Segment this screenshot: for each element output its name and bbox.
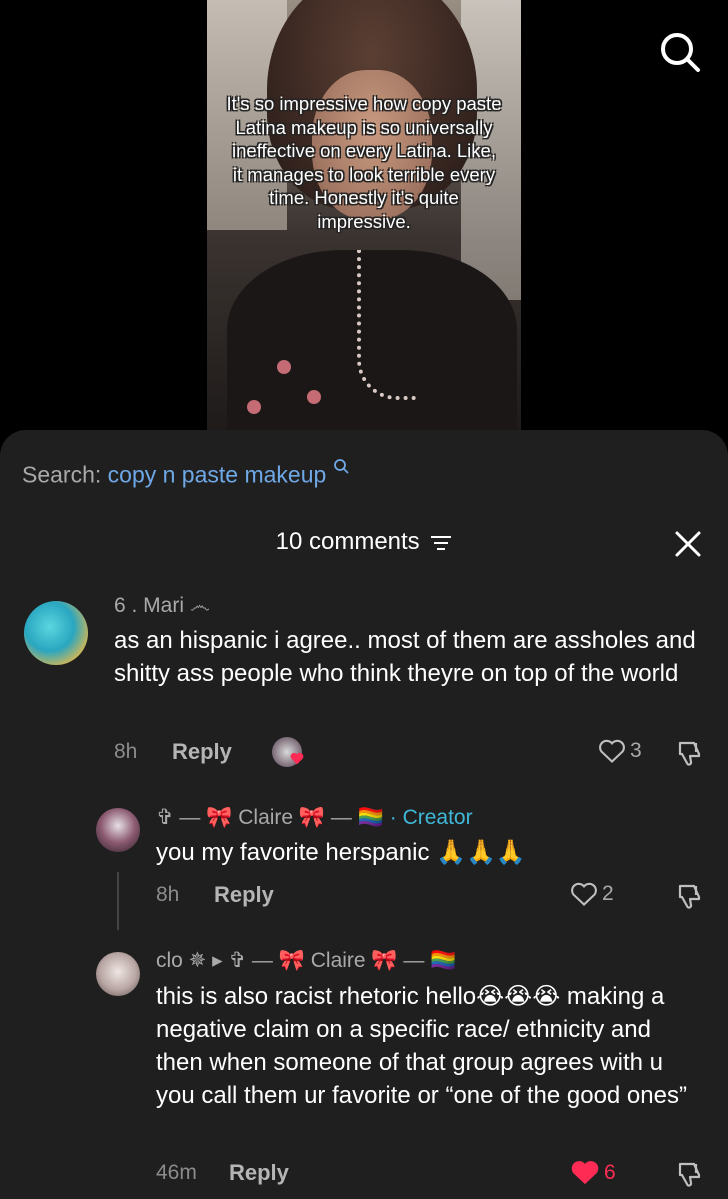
shirt-flower [307, 390, 321, 404]
comment-time: 8h [156, 883, 180, 906]
heart-icon [599, 739, 625, 763]
avatar[interactable] [96, 808, 140, 852]
creator-heart-icon [290, 752, 304, 765]
like-count: 2 [602, 882, 614, 905]
rosary-necklace [357, 250, 417, 400]
reply-button[interactable]: Reply [172, 739, 232, 765]
close-icon[interactable] [672, 528, 704, 560]
like-button[interactable]: 3 [598, 738, 642, 764]
search-small-icon [333, 459, 349, 474]
video-caption: It's so impressive how copy paste Latina… [226, 93, 502, 232]
shirt-flower [247, 400, 261, 414]
related-search[interactable]: Search: copy n paste makeup [22, 458, 349, 489]
like-count: 6 [604, 1160, 616, 1184]
comment-username[interactable]: 6 . Mari ෴ [114, 594, 210, 618]
reply-button[interactable]: Reply [214, 882, 274, 908]
dislike-icon[interactable] [674, 738, 704, 768]
thread-line [117, 872, 119, 930]
comment-username[interactable]: ✞ — 🎀 Claire 🎀 — 🏳️‍🌈 · Creator [156, 805, 473, 830]
avatar[interactable] [96, 952, 140, 996]
comment-text: as an hispanic i agree.. most of them ar… [114, 627, 696, 687]
shirt-flower [277, 360, 291, 374]
like-button[interactable]: 2 [570, 881, 614, 907]
video-area[interactable]: It's so impressive how copy paste Latina… [0, 0, 728, 440]
comment-text: this is also racist rhetoric hello😭😭😭 ma… [156, 983, 687, 1109]
sort-icon[interactable] [430, 534, 452, 552]
comment-text: you my favorite herspanic 🙏🙏🙏 [156, 839, 526, 866]
comment-time: 46m [156, 1161, 197, 1184]
search-label: Search: [22, 461, 102, 488]
avatar[interactable] [24, 601, 88, 665]
creator-badge: · Creator [383, 806, 473, 829]
comments-count: 10 comments [275, 528, 420, 555]
heart-filled-icon [571, 1161, 599, 1185]
like-button[interactable]: 6 [570, 1159, 616, 1186]
dislike-icon[interactable] [674, 1159, 704, 1189]
comment-username[interactable]: clo ✵ ▸ ✞ — 🎀 Claire 🎀 — 🏳️‍🌈 [156, 948, 456, 973]
like-count: 3 [630, 739, 642, 762]
dislike-icon[interactable] [674, 881, 704, 911]
comments-header: 10 comments [0, 528, 728, 556]
comment-time: 8h [114, 740, 138, 763]
search-icon[interactable] [656, 28, 704, 76]
username-text: ✞ — 🎀 Claire 🎀 — 🏳️‍🌈 [156, 806, 384, 829]
video-thumbnail[interactable]: It's so impressive how copy paste Latina… [207, 0, 521, 430]
reply-button[interactable]: Reply [229, 1160, 289, 1186]
heart-icon [571, 882, 597, 906]
search-query-link[interactable]: copy n paste makeup [108, 462, 327, 488]
